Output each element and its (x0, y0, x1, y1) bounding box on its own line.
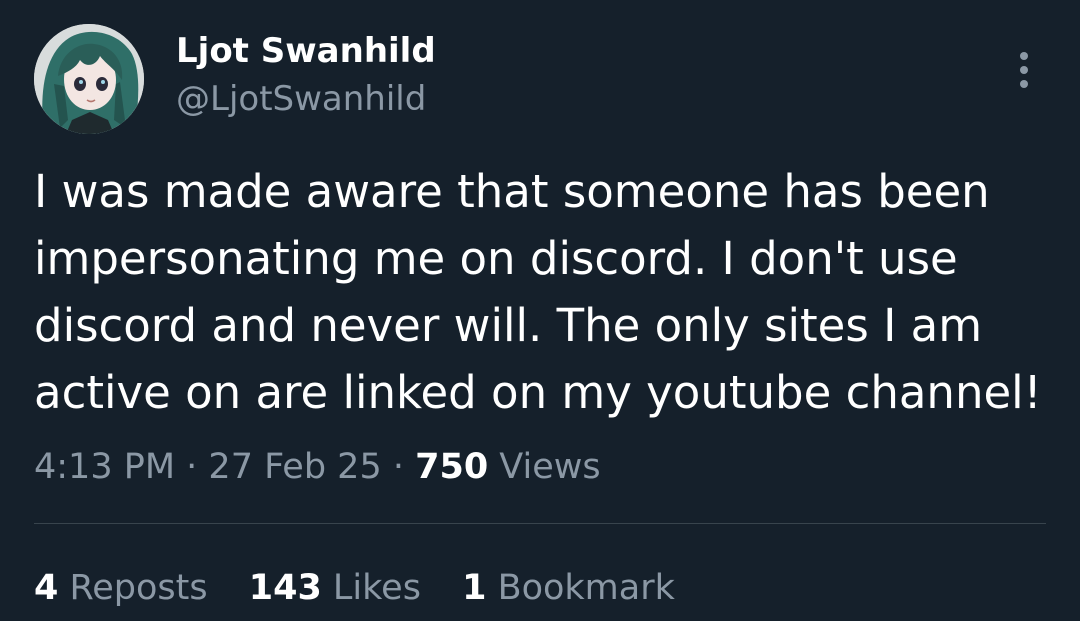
tweet-date[interactable]: 27 Feb 25 (208, 447, 381, 487)
likes-count: 143 (248, 568, 322, 608)
likes-stat[interactable]: 143 Likes (249, 568, 421, 608)
more-options-icon[interactable] (1004, 48, 1044, 92)
divider (34, 523, 1046, 524)
author-handle[interactable]: @LjotSwanhild (176, 78, 426, 120)
bookmarks-count: 1 (462, 568, 487, 608)
avatar[interactable] (34, 24, 144, 134)
reposts-stat[interactable]: 4 Reposts (34, 568, 208, 608)
tweet-time[interactable]: 4:13 PM (34, 447, 175, 487)
more-dot (1020, 80, 1028, 88)
author-display-name[interactable]: Ljot Swanhild (176, 30, 436, 72)
engagement-stats: 4 Reposts 143 Likes 1 Bookmark (34, 566, 705, 610)
more-dot (1020, 52, 1028, 60)
reposts-label: Reposts (58, 568, 208, 608)
views-count: 750 (415, 447, 489, 487)
views-label: Views (488, 447, 601, 487)
tweet-meta: 4:13 PM · 27 Feb 25 · 750 Views (34, 445, 601, 489)
more-dot (1020, 66, 1028, 74)
reposts-count: 4 (34, 568, 59, 608)
meta-separator: · (381, 447, 416, 487)
tweet-text: I was made aware that someone has been i… (34, 165, 1042, 419)
meta-separator: · (175, 447, 209, 487)
bookmarks-label: Bookmark (486, 568, 675, 608)
anime-avatar-icon (34, 24, 144, 134)
bookmarks-stat[interactable]: 1 Bookmark (462, 568, 675, 608)
tweet-card: Ljot Swanhild @LjotSwanhild I was made a… (0, 0, 1080, 621)
likes-label: Likes (321, 568, 421, 608)
